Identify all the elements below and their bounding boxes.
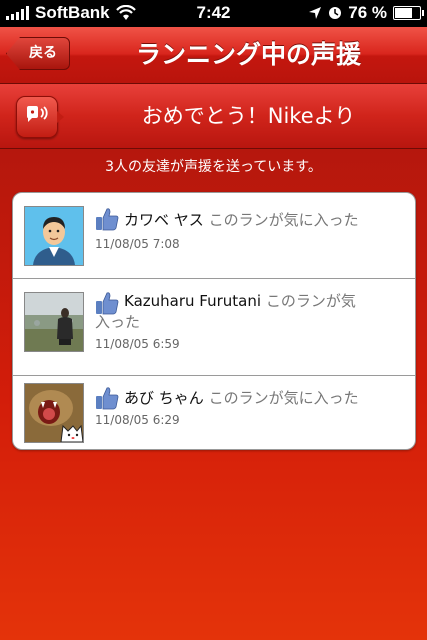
banner-text: おめでとう！Nikeより bbox=[141, 104, 356, 128]
cheer-line: カワベ ヤス このランが気に入った bbox=[124, 209, 359, 230]
cheer-line: Kazuharu Furutani このランが気 bbox=[124, 290, 356, 311]
navigation-bar: 戻る ランニング中の声援 bbox=[0, 27, 427, 84]
friend-name[interactable]: あび ちゃん bbox=[124, 389, 204, 407]
cheer-line: あび ちゃん このランが気に入った bbox=[124, 387, 359, 408]
list-item[interactable]: カワベ ヤス このランが気に入った 11/08/05 7:08 bbox=[13, 193, 415, 279]
back-button[interactable]: 戻る bbox=[6, 37, 70, 70]
photo-avatar bbox=[24, 292, 84, 352]
thumbs-up-icon bbox=[96, 387, 119, 410]
list-item[interactable]: あび ちゃん このランが気に入った 11/08/05 6:29 bbox=[13, 376, 415, 449]
cheer-banner: おめでとう！Nikeより bbox=[0, 84, 427, 149]
cat-avatar bbox=[24, 383, 84, 443]
speech-bubble-icon bbox=[16, 96, 64, 138]
cheers-list: カワベ ヤス このランが気に入った 11/08/05 7:08 Kazuharu… bbox=[12, 192, 416, 450]
battery-icon bbox=[393, 6, 424, 20]
status-right: 76 % bbox=[308, 3, 424, 23]
friend-name[interactable]: Kazuharu Furutani bbox=[124, 292, 261, 310]
cheer-timestamp: 11/08/05 7:08 bbox=[95, 237, 180, 251]
list-item[interactable]: Kazuharu Furutani このランが気 入った 11/08/05 6:… bbox=[13, 279, 415, 376]
battery-percent: 76 % bbox=[348, 3, 387, 22]
cheer-timestamp: 11/08/05 6:29 bbox=[95, 413, 180, 427]
friend-name[interactable]: カワベ ヤス bbox=[124, 211, 204, 229]
location-arrow-icon bbox=[309, 7, 322, 19]
battery-fill bbox=[395, 8, 412, 18]
cheer-action: このランが気 bbox=[265, 292, 356, 310]
clock-icon bbox=[329, 7, 342, 19]
cheer-action-continued: 入った bbox=[95, 313, 141, 331]
status-bar: SoftBank 7:42 76 % bbox=[0, 0, 427, 27]
cheer-action: このランが気に入った bbox=[208, 211, 359, 229]
cheer-timestamp: 11/08/05 6:59 bbox=[95, 337, 180, 351]
cheer-action: このランが気に入った bbox=[208, 389, 359, 407]
cheer-count-text: 3人の友達が声援を送っています。 bbox=[105, 159, 322, 175]
page-title: ランニング中の声援 bbox=[135, 40, 361, 69]
cartoon-avatar bbox=[24, 206, 84, 266]
thumbs-up-icon bbox=[96, 208, 119, 231]
